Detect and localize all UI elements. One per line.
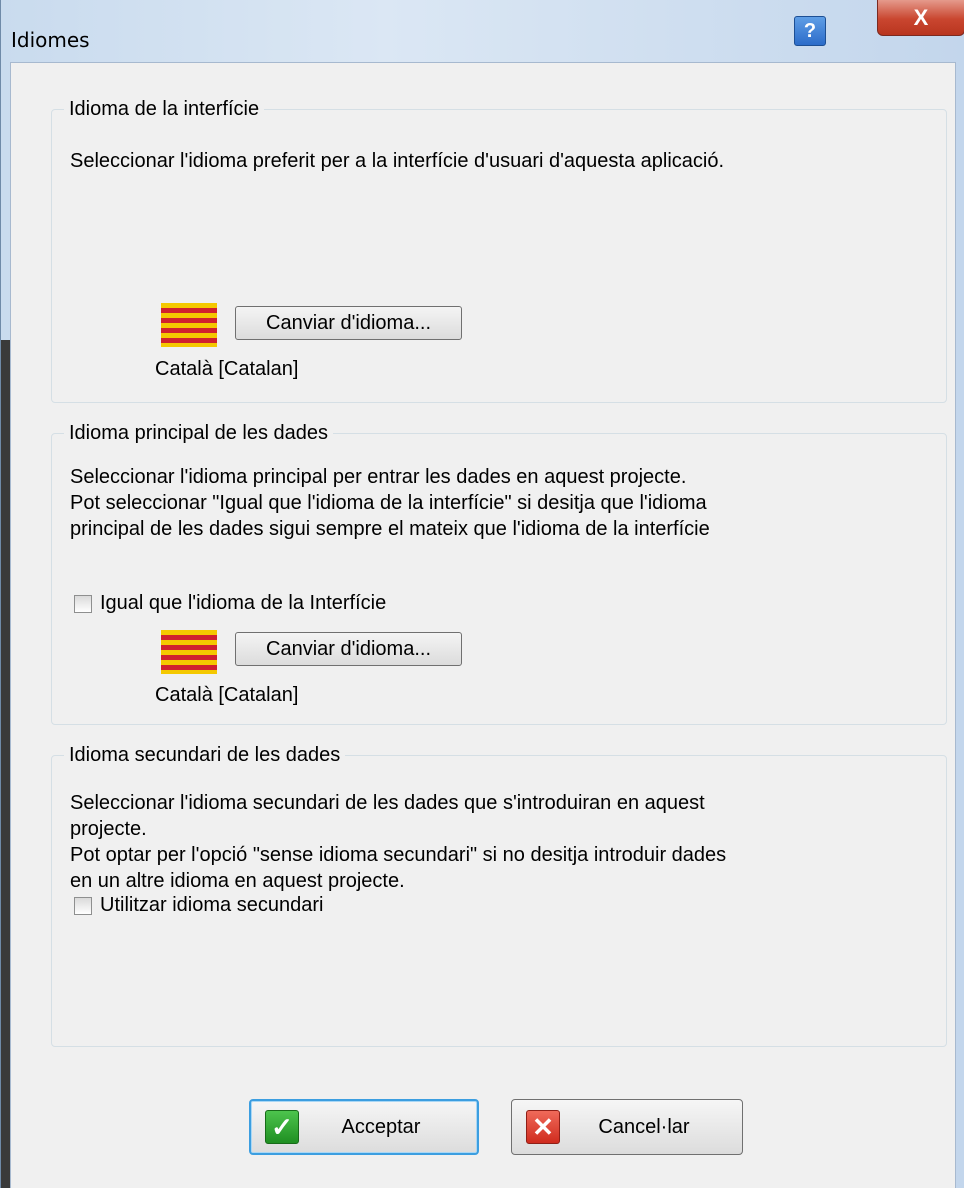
- same-as-interface-checkbox[interactable]: [74, 594, 92, 613]
- change-primary-language-button[interactable]: Canviar d'idioma...: [235, 632, 462, 666]
- description-line: Seleccionar l'idioma secundari de les da…: [70, 792, 705, 814]
- description-line: Seleccionar l'idioma principal per entra…: [70, 466, 687, 488]
- checkbox-label: Igual que l'idioma de la Interfície: [100, 592, 387, 614]
- group-legend: Idioma principal de les dades: [64, 420, 334, 446]
- cancel-button[interactable]: ✕ Cancel·lar: [511, 1099, 743, 1155]
- dialog-body: Idioma de la interfície Seleccionar l'id…: [10, 62, 956, 1188]
- primary-data-language-group: Idioma principal de les dades Selecciona…: [51, 420, 947, 725]
- accept-label: Acceptar: [341, 1115, 421, 1138]
- description-line: principal de les dades sigui sempre el m…: [70, 518, 710, 540]
- window-left-edge: [1, 340, 10, 1188]
- use-secondary-language-checkbox[interactable]: [74, 896, 92, 915]
- use-secondary-language-checkbox-row[interactable]: Utilitzar idioma secundari: [74, 894, 323, 917]
- window-title: Idiomes: [11, 28, 90, 52]
- accept-button[interactable]: ✓ Acceptar: [249, 1099, 479, 1155]
- catalan-flag-icon: [161, 303, 217, 347]
- catalan-flag-icon: [161, 630, 217, 674]
- cancel-label: Cancel·lar: [598, 1115, 690, 1138]
- language-name: Català [Catalan]: [155, 358, 299, 380]
- interface-language-group: Idioma de la interfície Seleccionar l'id…: [51, 96, 947, 403]
- same-as-interface-checkbox-row[interactable]: Igual que l'idioma de la Interfície: [74, 592, 386, 615]
- description-line: Pot seleccionar "Igual que l'idioma de l…: [70, 492, 707, 514]
- description-line: en un altre idioma en aquest projecte.: [70, 870, 405, 892]
- group-legend: Idioma de la interfície: [64, 96, 265, 122]
- checkbox-label: Utilitzar idioma secundari: [100, 894, 324, 916]
- green-check-icon: ✓: [265, 1110, 299, 1144]
- group-legend: Idioma secundari de les dades: [64, 742, 346, 768]
- change-interface-language-button[interactable]: Canviar d'idioma...: [235, 306, 462, 340]
- dialog-window: Idiomes ? X Idioma de la interfície Sele…: [0, 0, 964, 1188]
- close-button[interactable]: X: [877, 0, 964, 36]
- title-bar[interactable]: Idiomes ? X: [1, 0, 964, 62]
- close-icon: X: [913, 4, 929, 30]
- group-description: Seleccionar l'idioma preferit per a la i…: [70, 150, 725, 172]
- language-name: Català [Catalan]: [155, 684, 299, 706]
- help-button[interactable]: ?: [794, 16, 826, 46]
- help-icon: ?: [803, 19, 817, 42]
- description-line: projecte.: [70, 818, 147, 840]
- red-x-icon: ✕: [526, 1110, 560, 1144]
- description-line: Pot optar per l'opció "sense idioma secu…: [70, 844, 727, 866]
- secondary-data-language-group: Idioma secundari de les dades Selecciona…: [51, 742, 947, 1047]
